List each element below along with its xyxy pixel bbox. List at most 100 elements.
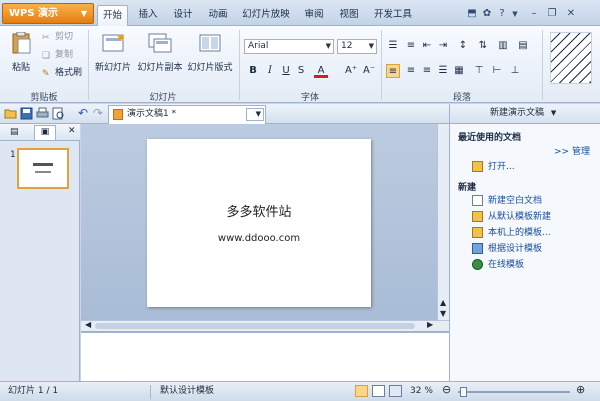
theme-icon[interactable]: ⬒ xyxy=(466,8,478,20)
slide-position: 幻灯片 1 / 1 xyxy=(8,386,59,396)
paste-button[interactable]: 粘贴 xyxy=(6,31,36,73)
tab-developer[interactable]: 开发工具 xyxy=(370,5,416,26)
bold-button[interactable]: B xyxy=(246,64,260,78)
format-painter-button[interactable]: ✎ 格式刷 xyxy=(42,67,82,80)
zoom-level: 32 % xyxy=(410,386,433,396)
redo-icon[interactable]: ↷ xyxy=(93,106,103,120)
scroll-down-icon[interactable]: ▼ xyxy=(440,309,446,318)
align-middle-button[interactable]: ⊢ xyxy=(490,64,504,78)
horizontal-scrollbar[interactable]: ◀ ▶ xyxy=(81,320,449,331)
tab-design[interactable]: 设计 xyxy=(168,5,198,26)
open-folder-icon[interactable] xyxy=(4,107,17,120)
chevron-down-icon: ▼ xyxy=(325,42,331,50)
bullets-button[interactable]: ☰ xyxy=(386,39,400,53)
slide-layout-button[interactable]: 幻灯片版式 xyxy=(186,32,234,73)
align-center-button[interactable]: ≡ xyxy=(404,64,418,78)
horizontal-scroll-thumb[interactable] xyxy=(95,323,415,329)
new-tab-button[interactable]: ▼ xyxy=(246,108,264,121)
slide-sorter-icon[interactable] xyxy=(372,385,385,397)
manage-link[interactable]: >> 管理 xyxy=(554,145,590,160)
scroll-up-icon[interactable]: ▲ xyxy=(440,298,446,307)
open-link-label: 打开... xyxy=(488,162,515,172)
zoom-slider-thumb[interactable] xyxy=(460,387,467,397)
help-icon[interactable]: ? xyxy=(496,8,508,20)
scroll-right-icon[interactable]: ▶ xyxy=(427,320,433,329)
increase-indent-button[interactable]: ⇥ xyxy=(436,39,450,53)
slideshow-view-icon[interactable] xyxy=(389,385,402,397)
align-top-button[interactable]: ⊤ xyxy=(472,64,486,78)
tab-slideshow[interactable]: 幻灯片放映 xyxy=(238,5,294,26)
shadow-button[interactable]: S xyxy=(294,64,308,78)
wps-app-menu-button[interactable]: WPS 演示 ▼ xyxy=(2,3,94,24)
align-right-button[interactable]: ≡ xyxy=(420,64,434,78)
new-blank-link[interactable]: 新建空白文档 xyxy=(472,194,542,209)
scroll-left-icon[interactable]: ◀ xyxy=(85,320,91,329)
tab-review[interactable]: 审阅 xyxy=(300,5,328,26)
tab-insert[interactable]: 插入 xyxy=(133,5,163,26)
options-dropdown-icon[interactable]: ▼ xyxy=(509,8,521,20)
notes-pane[interactable] xyxy=(81,331,449,381)
document-toolbar: ↶ ↷ 演示文稿1 * ✕ ▼ xyxy=(0,104,449,124)
copy-button[interactable]: ❏ 复制 xyxy=(42,49,73,62)
shape-styles-gallery[interactable] xyxy=(550,32,592,84)
open-link[interactable]: 打开... xyxy=(472,160,515,175)
numbering-button[interactable]: ≡ xyxy=(404,39,418,53)
text-direction-button[interactable]: ⇅ xyxy=(476,39,490,53)
design-template-label: 根据设计模板 xyxy=(488,244,543,254)
font-color-button[interactable]: A xyxy=(314,64,328,78)
font-name-select[interactable]: Arial ▼ xyxy=(244,39,334,54)
from-default-template-link[interactable]: 从默认模板新建 xyxy=(472,210,551,225)
decrease-indent-button[interactable]: ⇤ xyxy=(420,39,434,53)
tab-home[interactable]: 开始 xyxy=(97,5,128,26)
scissors-icon: ✂ xyxy=(42,32,50,43)
new-slide-button[interactable]: ✱ 新幻灯片 xyxy=(92,32,134,73)
duplicate-slide-button[interactable]: 幻灯片副本 xyxy=(136,32,184,73)
arrange-button[interactable]: ▤ xyxy=(516,39,530,53)
text-columns-button[interactable]: ▥ xyxy=(496,39,510,53)
slide-subtitle[interactable]: www.ddooo.com xyxy=(147,233,371,244)
vertical-scrollbar[interactable]: ▲ ▼ xyxy=(437,124,449,320)
new-heading: 新建 xyxy=(458,183,477,193)
italic-button[interactable]: I xyxy=(263,64,277,78)
decrease-font-button[interactable]: A⁻ xyxy=(362,64,376,78)
slide-thumbnail[interactable] xyxy=(17,148,69,189)
design-template-link[interactable]: 根据设计模板 xyxy=(472,242,542,257)
increase-font-button[interactable]: A⁺ xyxy=(344,64,358,78)
local-templates-link[interactable]: 本机上的模板... xyxy=(472,226,551,241)
minimize-icon[interactable]: – xyxy=(528,8,540,20)
slide-title[interactable]: 多多软件站 xyxy=(147,201,371,220)
print-icon[interactable] xyxy=(36,107,49,120)
zoom-in-icon[interactable]: ⊕ xyxy=(576,381,585,399)
outline-tab-icon[interactable]: ▤ xyxy=(10,127,19,137)
zoom-slider[interactable] xyxy=(458,391,570,393)
close-icon[interactable]: ✕ xyxy=(565,8,577,20)
save-icon[interactable] xyxy=(20,107,33,120)
close-pane-icon[interactable]: ✕ xyxy=(68,126,76,136)
restore-icon[interactable]: ❐ xyxy=(546,8,558,20)
from-default-template-label: 从默认模板新建 xyxy=(488,212,552,222)
online-templates-link[interactable]: 在线模板 xyxy=(472,258,524,273)
chevron-down-icon[interactable]: ▼ xyxy=(551,109,556,117)
align-left-button[interactable]: ≡ xyxy=(386,64,400,78)
separator xyxy=(542,30,543,100)
justify-button[interactable]: ☰ xyxy=(436,64,450,78)
thumbnail-title-mark xyxy=(33,163,53,166)
tab-animation[interactable]: 动画 xyxy=(203,5,233,26)
normal-view-icon[interactable] xyxy=(355,385,368,397)
tab-view[interactable]: 视图 xyxy=(335,5,363,26)
print-preview-icon[interactable] xyxy=(52,107,65,120)
undo-icon[interactable]: ↶ xyxy=(78,106,88,120)
clipboard-group-label: 剪贴板 xyxy=(30,93,58,103)
zoom-out-icon[interactable]: ⊖ xyxy=(442,381,451,399)
underline-button[interactable]: U xyxy=(279,64,293,78)
font-size-select[interactable]: 12 ▼ xyxy=(337,39,377,54)
distribute-button[interactable]: ▦ xyxy=(452,64,466,78)
align-bottom-button[interactable]: ⊥ xyxy=(508,64,522,78)
slides-tab-icon[interactable]: ▣ xyxy=(34,125,56,140)
cut-button[interactable]: ✂ 剪切 xyxy=(42,31,73,44)
skin-icon[interactable]: ✿ xyxy=(481,8,493,20)
line-spacing-button[interactable]: ↕ xyxy=(456,39,470,53)
document-tab[interactable]: 演示文稿1 * ✕ xyxy=(108,105,266,124)
thumbnail-number: 1 xyxy=(10,150,16,160)
slide-canvas[interactable]: 多多软件站 www.ddooo.com xyxy=(147,139,371,307)
